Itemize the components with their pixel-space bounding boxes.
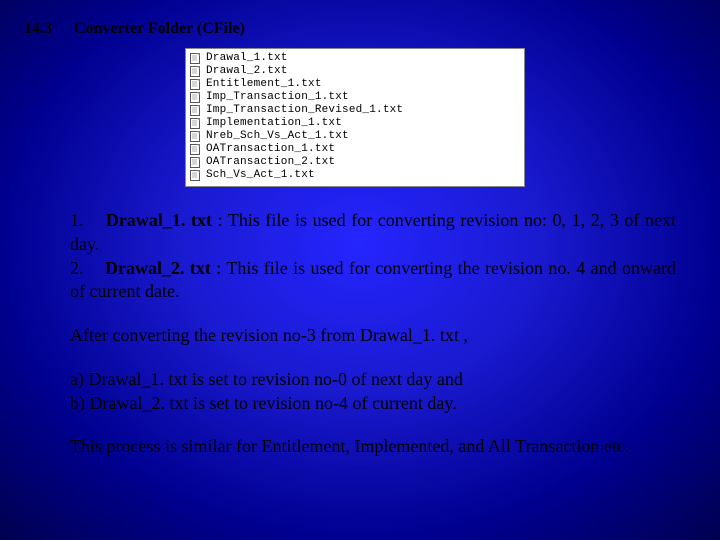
section-title: Converter Folder (CFile) — [74, 20, 245, 38]
item-1-label: Drawal_1. txt — [106, 210, 212, 230]
file-row: Drawal_1.txt — [190, 52, 520, 65]
text-file-icon — [190, 92, 202, 103]
file-name: Imp_Transaction_Revised_1.txt — [206, 104, 403, 117]
text-file-icon — [190, 79, 202, 90]
text-file-icon — [190, 170, 202, 181]
file-row: Entitlement_1.txt — [190, 78, 520, 91]
text-file-icon — [190, 157, 202, 168]
section-number: 14.3 — [24, 20, 52, 38]
file-name: Implementation_1.txt — [206, 117, 342, 130]
file-row: Imp_Transaction_Revised_1.txt — [190, 104, 520, 117]
text-file-icon — [190, 131, 202, 142]
file-row: Sch_Vs_Act_1.txt — [190, 169, 520, 182]
file-row: Imp_Transaction_1.txt — [190, 91, 520, 104]
file-name: Entitlement_1.txt — [206, 78, 322, 91]
file-name: Drawal_1.txt — [206, 52, 288, 65]
file-row: OATransaction_1.txt — [190, 143, 520, 156]
after-heading: After converting the revision no-3 from … — [70, 324, 676, 348]
file-row: Implementation_1.txt — [190, 117, 520, 130]
file-name: OATransaction_1.txt — [206, 143, 335, 156]
file-name: OATransaction_2.txt — [206, 156, 335, 169]
file-name: Nreb_Sch_Vs_Act_1.txt — [206, 130, 349, 143]
bullet-b: b) Drawal_2. txt is set to revision no-4… — [70, 392, 676, 416]
file-row: Nreb_Sch_Vs_Act_1.txt — [190, 130, 520, 143]
bullet-a: a) Drawal_1. txt is set to revision no-0… — [70, 368, 676, 392]
file-name: Imp_Transaction_1.txt — [206, 91, 349, 104]
file-row: Drawal_2.txt — [190, 65, 520, 78]
file-name: Drawal_2.txt — [206, 65, 288, 78]
text-file-icon — [190, 144, 202, 155]
text-file-icon — [190, 53, 202, 64]
body-text: 1. Drawal_1. txt : This file is used for… — [24, 209, 686, 459]
text-file-icon — [190, 118, 202, 129]
closing-text: This process is similar for Entitlement,… — [70, 435, 676, 459]
folder-listing: Drawal_1.txtDrawal_2.txtEntitlement_1.tx… — [185, 48, 525, 187]
file-name: Sch_Vs_Act_1.txt — [206, 169, 315, 182]
item-1-number: 1. — [70, 210, 84, 230]
file-row: OATransaction_2.txt — [190, 156, 520, 169]
item-2-number: 2. — [70, 258, 84, 278]
section-header: 14.3 Converter Folder (CFile) — [24, 20, 686, 38]
item-2-label: Drawal_2. txt — [105, 258, 211, 278]
text-file-icon — [190, 66, 202, 77]
text-file-icon — [190, 105, 202, 116]
